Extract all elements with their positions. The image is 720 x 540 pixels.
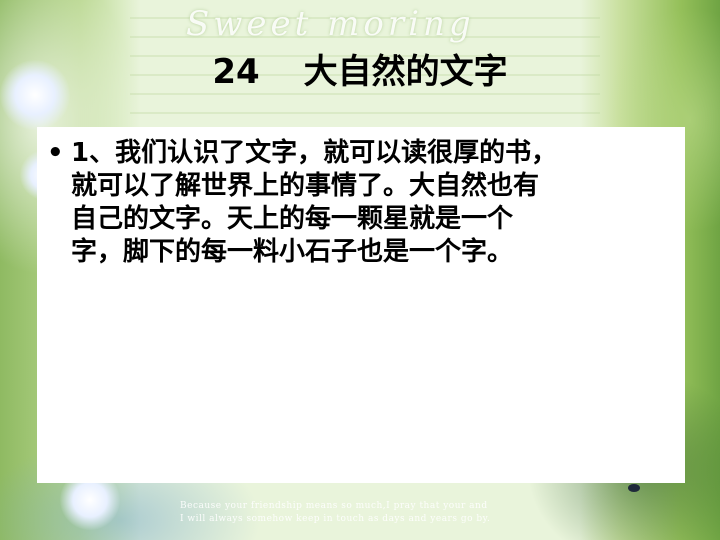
bullet-marker: •: [47, 138, 64, 168]
title-number: 24: [212, 52, 260, 92]
slide-title: 24 大自然的文字: [0, 44, 720, 92]
paragraph-line: 1、我们认识了文字，就可以读很厚的书，: [71, 138, 558, 168]
paragraph-line: 字，脚下的每一料小石子也是一个字。: [71, 237, 514, 267]
paragraph-line: 就可以了解世界上的事情了。大自然也有: [71, 171, 540, 201]
footer-line: Because your friendship means so much,I …: [180, 501, 488, 511]
decorative-footer-text: Because your friendship means so much,I …: [180, 500, 580, 526]
decorative-script-text: Sweet moring: [186, 4, 475, 44]
paragraph-line: 自己的文字。天上的每一颗星就是一个: [71, 204, 514, 234]
footer-line: I will always somehow keep in touch as d…: [180, 514, 491, 524]
bee-decoration: [628, 484, 640, 492]
content-panel: • 1、我们认识了文字，就可以读很厚的书， 就可以了解世界上的事情了。大自然也有…: [37, 127, 685, 483]
title-text: 大自然的文字: [303, 52, 508, 92]
bullet-paragraph: 1、我们认识了文字，就可以读很厚的书， 就可以了解世界上的事情了。大自然也有 自…: [71, 137, 671, 269]
